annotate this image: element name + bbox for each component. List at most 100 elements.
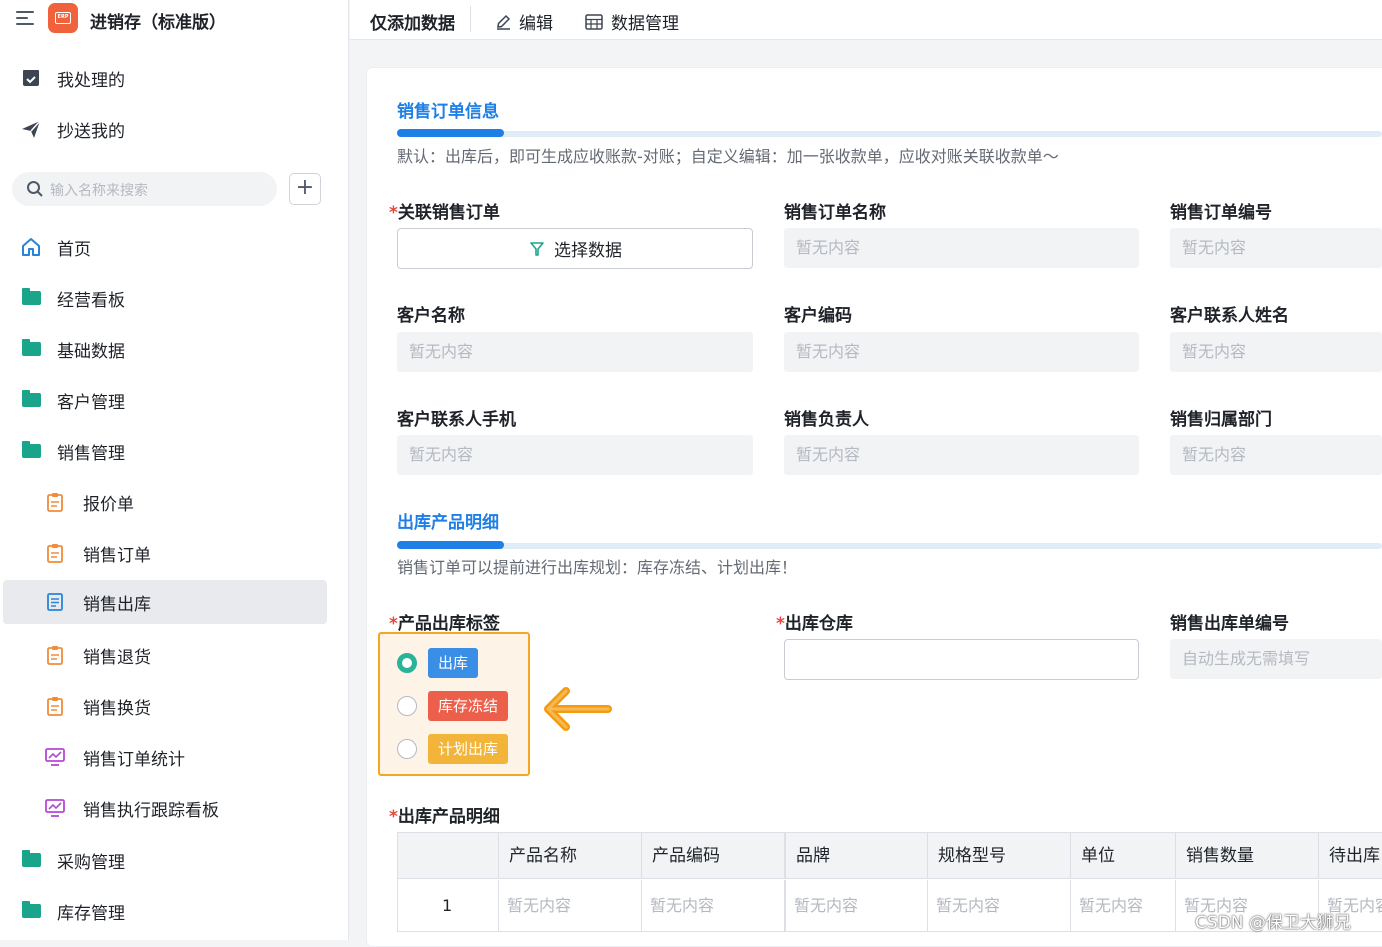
watermark: CSDN @保卫大狮兄 [1195,913,1351,933]
select-data-icon [528,240,546,258]
radio-option-outbound[interactable]: 出库 [397,648,479,678]
nav-inventory[interactable]: 库存管理 [0,889,349,933]
data-manage-button[interactable]: 数据管理 [585,9,679,34]
table-cell[interactable]: 暂无内容 [784,880,927,932]
customer-code-label: 客户编码 [784,306,852,326]
warehouse-label: *出库仓库 [776,609,853,634]
order-name-field: 暂无内容 [784,228,1139,268]
radio-unchecked[interactable] [397,739,417,759]
section-title-outbound-detail: 出库产品明细 [397,513,499,533]
nav-label: 销售换货 [83,698,151,719]
radio-option-freeze[interactable]: 库存冻结 [397,691,509,721]
section-description: 默认：出库后，即可生成应收账款-对账；自定义编辑：加一张收款单，应收对账关联收款… [397,147,1059,166]
contact-phone-label: 客户联系人手机 [397,410,516,430]
column-header: 销售数量 [1175,833,1318,879]
pencil-icon [495,13,512,30]
column-header: 产品编码 [641,833,784,879]
section-title-order-info: 销售订单信息 [397,102,499,122]
nav-cc-me[interactable]: 抄送我的 [0,107,349,151]
clipboard-icon [44,695,66,717]
nav-purchase[interactable]: 采购管理 [0,838,349,882]
add-only-mode[interactable]: 仅添加数据 [370,9,455,34]
table-cell[interactable]: 暂无内容 [927,880,1070,932]
column-header: 单位 [1070,833,1175,879]
detail-table-label: *出库产品明细 [389,802,500,827]
column-header: 规格型号 [927,833,1070,879]
clipboard-icon [44,542,66,564]
warehouse-input[interactable] [784,639,1139,680]
column-header: 品牌 [784,833,927,879]
sidebar: ERP 进销存（标准版） 我处理的 抄送我的 输入名称来搜索 + 首页 经营看板… [0,0,349,940]
table-cell[interactable]: 暂无内容 [1070,880,1175,932]
radio-checked[interactable] [397,653,417,673]
erp-logo-icon: ERP [48,3,78,33]
required-mark: * [389,203,398,223]
section-underline [397,131,1382,137]
nav-sales-exchange[interactable]: 销售换货 [0,684,349,728]
section-underline-accent [397,541,504,549]
nav-customer[interactable]: 客户管理 [0,378,349,422]
nav-label: 销售执行跟踪看板 [83,800,219,821]
nav-sales[interactable]: 销售管理 [0,429,349,473]
nav-label: 我处理的 [57,70,125,91]
chart-monitor-icon [44,746,66,768]
edit-label: 编辑 [519,14,553,34]
order-no-field: 暂无内容 [1170,228,1382,268]
outbound-tag-radio-group: 出库 库存冻结 计划出库 [378,632,530,776]
order-name-label: 销售订单名称 [784,203,886,223]
outbound-no-label: 销售出库单编号 [1170,614,1289,634]
nav-label: 销售订单 [83,545,151,566]
nav-label: 销售管理 [57,443,125,464]
search-icon [26,180,44,202]
link-order-label: *关联销售订单 [389,198,500,223]
customer-code-field: 暂无内容 [784,332,1139,372]
nav-label: 销售退货 [83,647,151,668]
nav-quotation[interactable]: 报价单 [0,480,349,524]
nav-label: 经营看板 [57,290,125,311]
hamburger-menu-icon[interactable] [16,10,34,26]
section-underline-accent [397,129,504,137]
home-icon [20,236,42,258]
data-manage-label: 数据管理 [611,14,679,34]
nav-sales-stats[interactable]: 销售订单统计 [0,735,349,779]
task-box-icon [20,67,42,89]
column-header: 产品名称 [498,833,641,879]
tag-freeze: 库存冻结 [428,691,509,721]
clipboard-icon [44,644,66,666]
nav-label: 客户管理 [57,392,125,413]
app-header: ERP 进销存（标准版） [0,0,349,40]
nav-my-tasks[interactable]: 我处理的 [0,56,349,100]
table-header: 产品名称 产品编码 品牌 规格型号 单位 销售数量 待出库 [398,833,1382,879]
nav-base-data[interactable]: 基础数据 [0,327,349,371]
row-index: 1 [442,896,453,915]
tag-outbound: 出库 [428,648,479,678]
customer-name-label: 客户名称 [397,306,465,326]
folder-icon [20,287,42,309]
nav-sales-tracking[interactable]: 销售执行跟踪看板 [0,786,349,830]
nav-sales-return[interactable]: 销售退货 [0,633,349,677]
column-header: 待出库 [1318,833,1382,879]
search-placeholder: 输入名称来搜索 [50,183,148,199]
nav-home[interactable]: 首页 [0,225,349,269]
outbound-tag-label: *产品出库标签 [389,609,500,634]
clipboard-icon [44,491,66,513]
table-cell[interactable]: 暂无内容 [641,880,784,932]
nav-sales-outbound[interactable]: 销售出库 [3,580,327,624]
select-data-label: 选择数据 [554,241,622,261]
radio-unchecked[interactable] [397,696,417,716]
search-input[interactable]: 输入名称来搜索 [12,172,277,206]
nav-sales-order[interactable]: 销售订单 [0,531,349,575]
section-description: 销售订单可以提前进行出库规划：库存冻结、计划出库！ [397,558,798,577]
label-text: 出库产品明细 [397,807,500,827]
radio-option-planned[interactable]: 计划出库 [397,734,509,764]
select-data-button[interactable]: 选择数据 [397,228,753,269]
add-button[interactable]: + [289,173,321,205]
order-no-label: 销售订单编号 [1170,203,1272,223]
paper-plane-icon [20,118,42,140]
folder-icon [20,900,42,922]
table-cell[interactable]: 暂无内容 [498,880,641,932]
folder-open-icon [20,440,42,462]
required-mark: * [389,807,398,827]
nav-dashboard[interactable]: 经营看板 [0,276,349,320]
edit-button[interactable]: 编辑 [495,9,553,34]
